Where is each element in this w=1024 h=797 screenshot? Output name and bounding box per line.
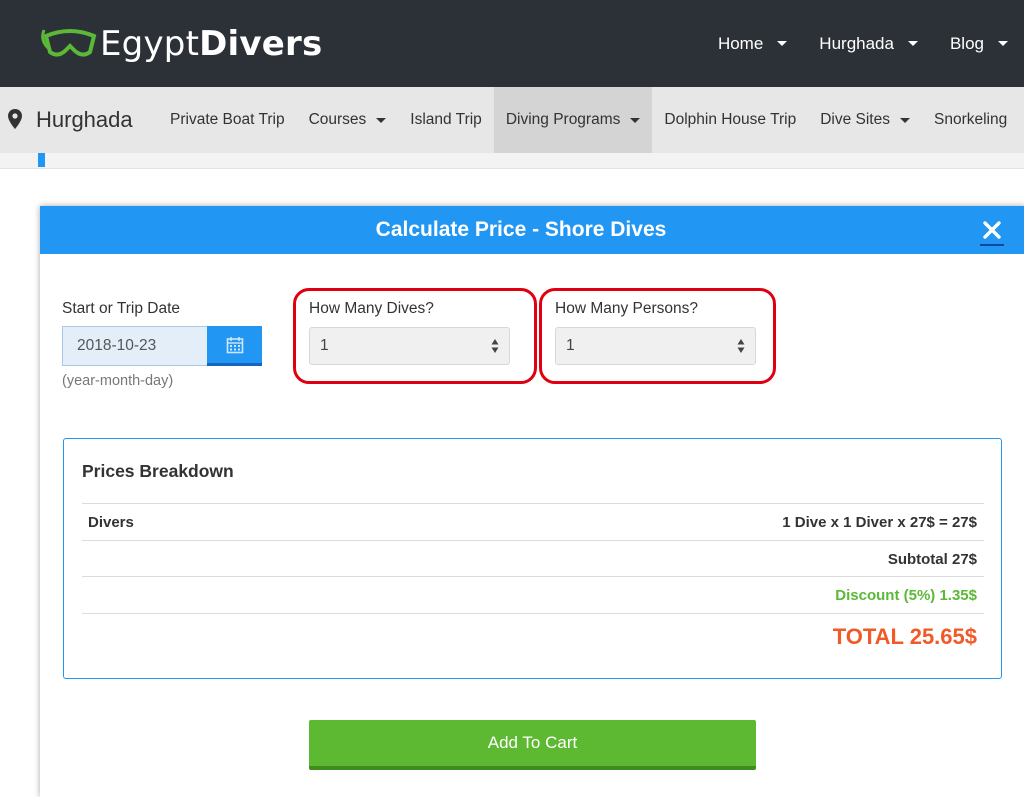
close-button[interactable] <box>980 216 1004 246</box>
page-background-strip <box>0 153 1024 169</box>
discount-value: Discount (5%) 1.35$ <box>835 587 977 604</box>
divider <box>82 540 984 541</box>
caret-down-icon <box>777 41 788 46</box>
subnav-diving-programs[interactable]: Diving Programs <box>493 87 653 153</box>
divider <box>82 576 984 577</box>
persons-select[interactable]: 1 <box>555 327 756 365</box>
site-header: EgyptDivers Home Hurghada Blog <box>0 0 1024 87</box>
select-arrows-icon <box>737 339 745 353</box>
subnav-dive-sites[interactable]: Dive Sites <box>808 87 922 153</box>
caret-down-icon <box>376 117 387 123</box>
divers-row-label: Divers <box>88 514 134 531</box>
caret-down-icon <box>998 41 1008 46</box>
topnav-blog[interactable]: Blog <box>950 34 1008 54</box>
date-label: Start or Trip Date <box>62 300 181 317</box>
subnav-dolphin-house-trip[interactable]: Dolphin House Trip <box>652 87 808 153</box>
modal-header: Calculate Price - Shore Dives <box>40 206 1024 254</box>
date-picker: 2018-10-23 <box>62 326 262 366</box>
subnav-private-boat-trip[interactable]: Private Boat Trip <box>158 87 297 153</box>
subnav-island-trip[interactable]: Island Trip <box>398 87 494 153</box>
close-icon <box>983 221 1001 239</box>
divider <box>82 613 984 614</box>
divider <box>82 503 984 504</box>
accent-marker <box>38 153 45 167</box>
topnav-home[interactable]: Home <box>718 34 788 54</box>
topnav-hurghada[interactable]: Hurghada <box>819 34 918 54</box>
caret-down-icon <box>899 117 910 123</box>
breakdown-title: Prices Breakdown <box>82 461 234 481</box>
date-format-hint: (year-month-day) <box>62 373 174 389</box>
sub-nav: Hurghada Private Boat Trip Courses Islan… <box>0 87 1024 153</box>
divers-row-calc: 1 Dive x 1 Diver x 27$ = 27$ <box>782 514 977 531</box>
prices-breakdown-panel: Prices Breakdown Divers 1 Dive x 1 Diver… <box>63 438 1002 679</box>
date-input[interactable]: 2018-10-23 <box>62 326 208 366</box>
site-logo-text: EgyptDivers <box>100 24 323 64</box>
price-calculator-modal: Calculate Price - Shore Dives Start or T… <box>40 206 1024 797</box>
calendar-icon <box>226 336 243 353</box>
dives-select[interactable]: 1 <box>309 327 510 365</box>
map-pin-icon <box>8 109 22 129</box>
select-arrows-icon <box>491 339 499 353</box>
caret-down-icon <box>630 117 641 123</box>
close-underline <box>980 244 1004 246</box>
top-nav: Home Hurghada Blog <box>686 0 1008 87</box>
modal-title: Calculate Price - Shore Dives <box>375 218 667 241</box>
total-value: TOTAL 25.65$ <box>832 624 977 649</box>
persons-label: How Many Persons? <box>555 300 699 317</box>
dives-label: How Many Dives? <box>309 300 434 317</box>
subnav-snorkeling[interactable]: Snorkeling <box>922 87 1019 153</box>
site-logo[interactable]: EgyptDivers <box>40 22 322 66</box>
subnav-courses[interactable]: Courses <box>297 87 399 153</box>
subtotal-value: Subtotal 27$ <box>887 551 977 568</box>
calendar-button[interactable] <box>207 326 262 366</box>
add-to-cart-button[interactable]: Add To Cart <box>309 720 756 770</box>
dives-select-value: 1 <box>320 337 329 354</box>
persons-select-value: 1 <box>566 337 575 354</box>
caret-down-icon <box>907 41 918 46</box>
dive-mask-logo-icon <box>41 29 97 57</box>
city-title: Hurghada <box>36 107 133 132</box>
